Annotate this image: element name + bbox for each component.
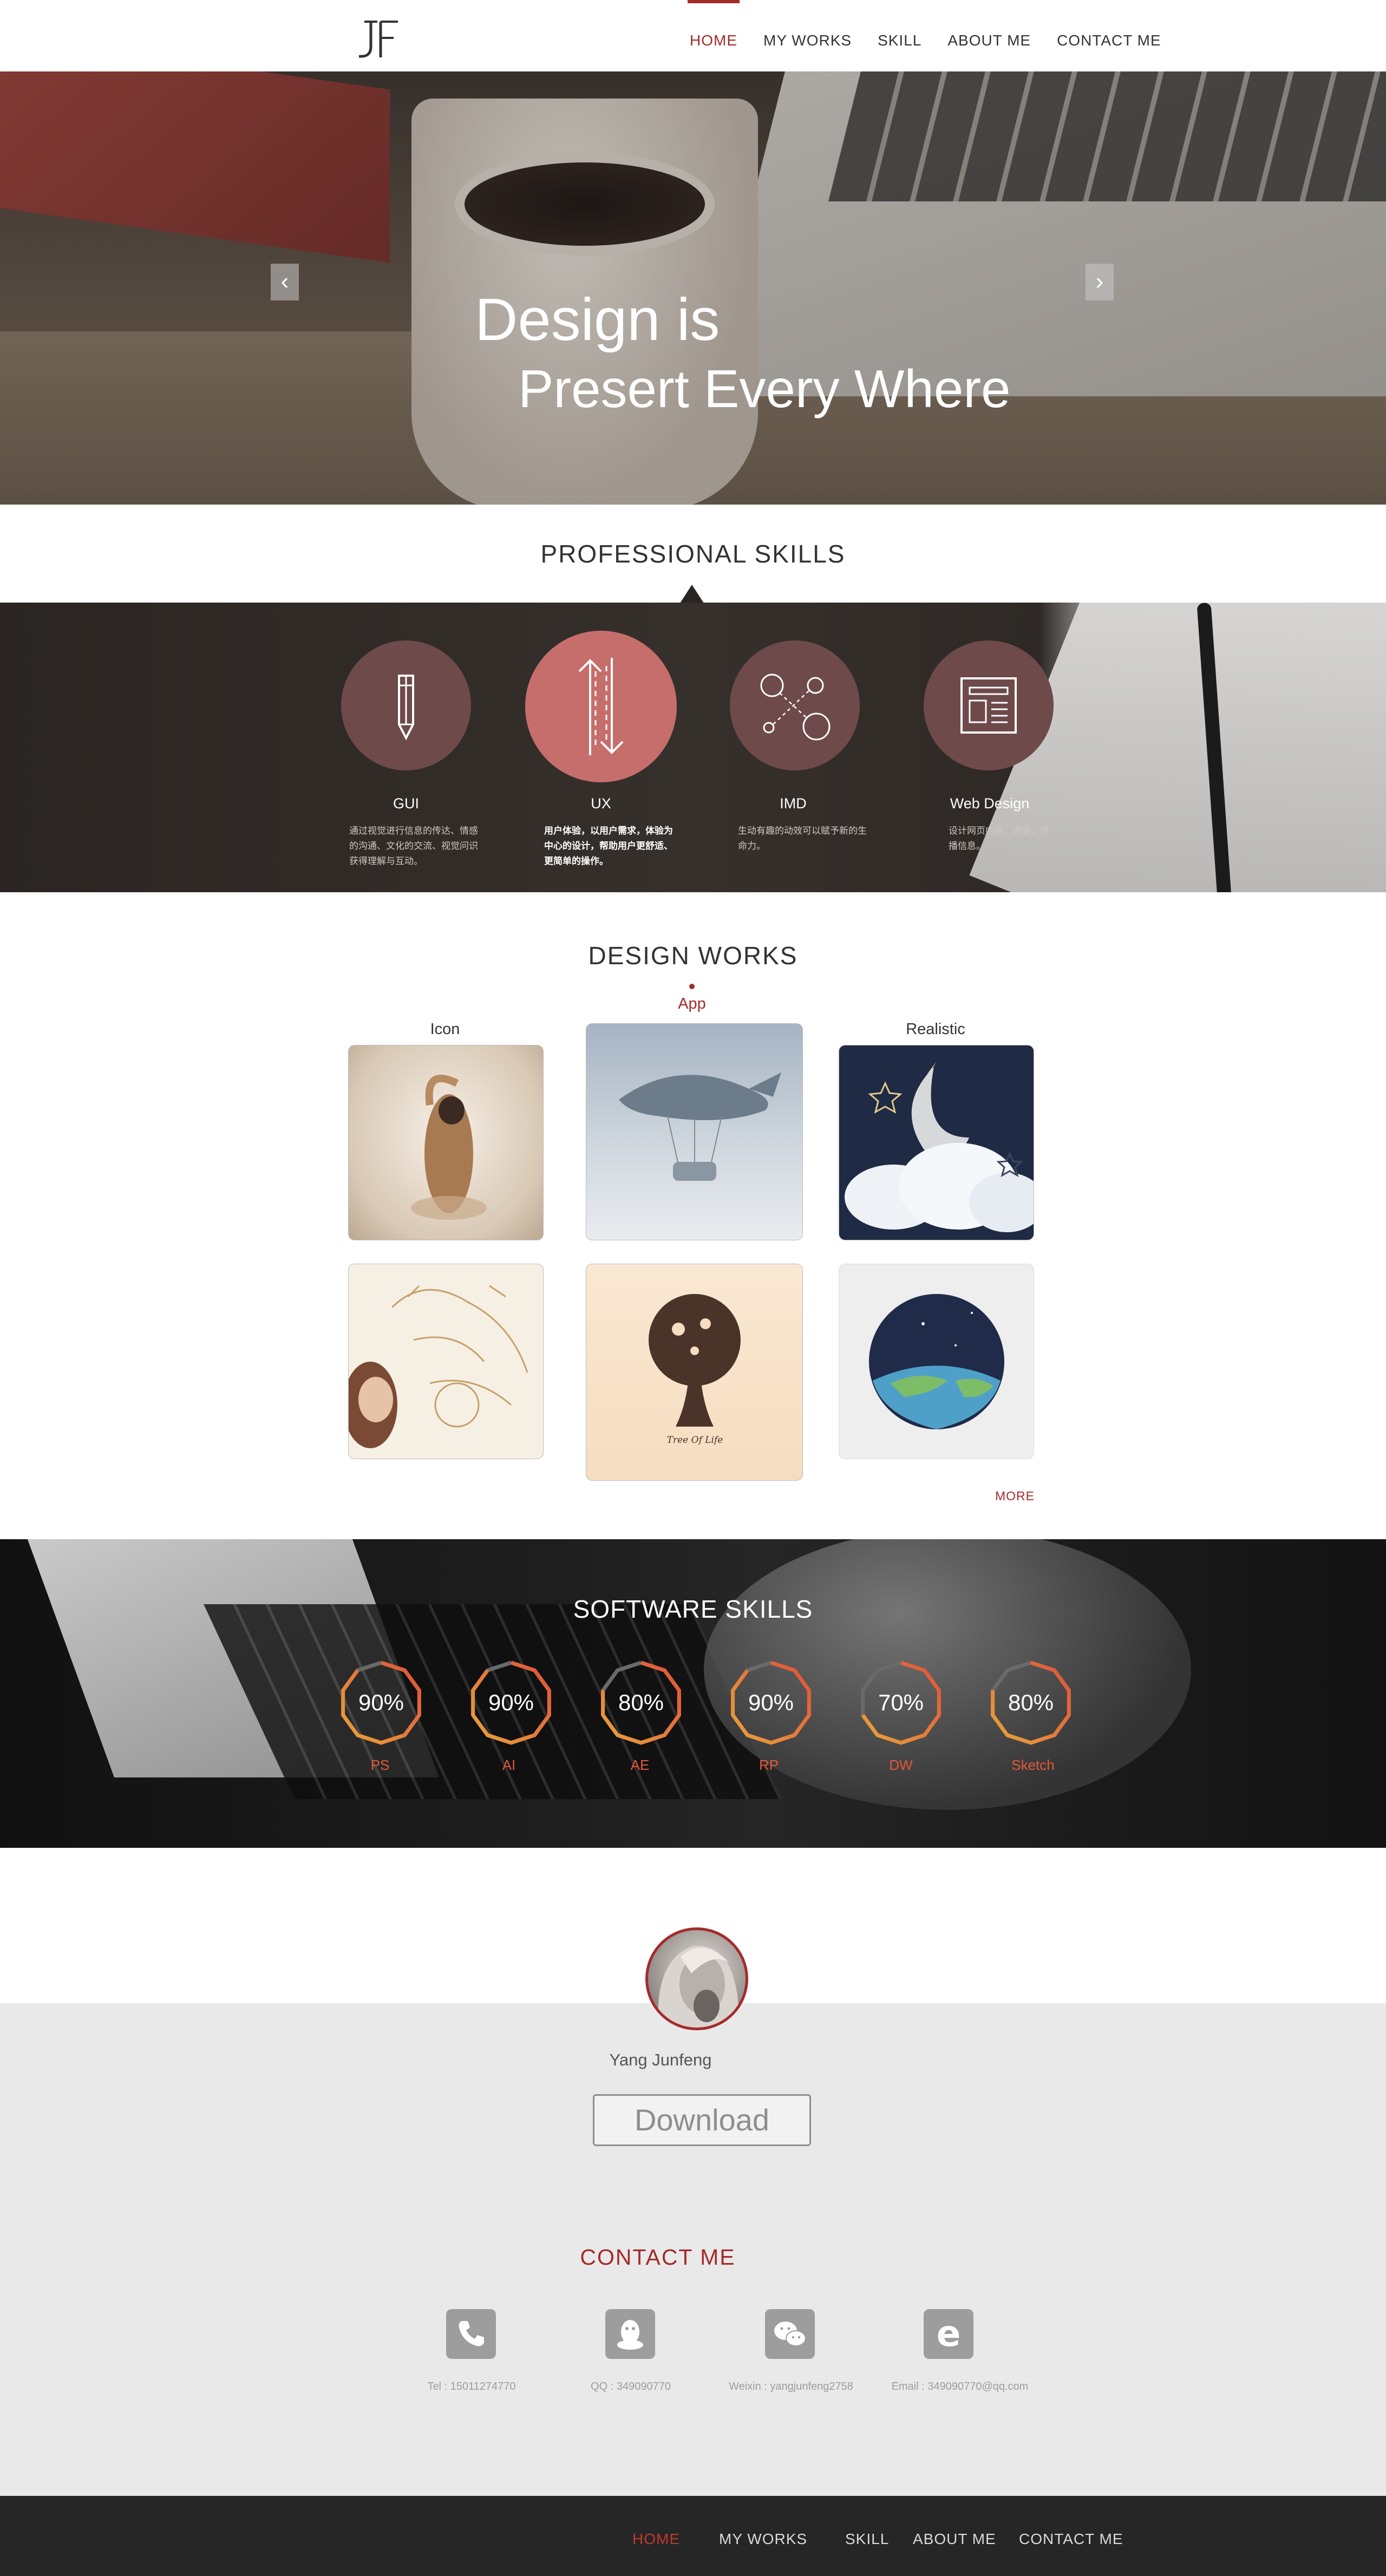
gauge-ps-value: 90%	[358, 1690, 404, 1715]
avatar	[645, 1927, 748, 2030]
gauge-sketch: 80%	[985, 1657, 1077, 1749]
work-moon-clouds[interactable]	[839, 1045, 1034, 1240]
tree-artwork	[649, 1294, 741, 1427]
dancer-artwork	[411, 1075, 487, 1220]
skill-imd-desc: 生动有趣的动效可以赋予新的生命力。	[738, 826, 867, 852]
skill-ux-circle	[525, 631, 677, 782]
gauge-ae-value: 80%	[618, 1690, 664, 1715]
nav-my-works[interactable]: MY WORKS	[750, 0, 865, 71]
moon-artwork	[845, 1062, 1034, 1232]
hero-banner: ‹ › Design is Presert Every Where	[0, 71, 1386, 505]
webpage-layout-icon	[960, 677, 1017, 734]
contact-phone-button[interactable]	[446, 2309, 496, 2359]
gauge-rp: 90%	[725, 1657, 817, 1749]
pencil-icon	[398, 675, 414, 741]
whale-artwork	[619, 1073, 781, 1181]
skill-imd[interactable]: IMD 生动有趣的动效可以赋予新的生命力。	[696, 603, 891, 892]
skill-imd-name: IMD	[780, 795, 807, 812]
skill-web-design-circle	[924, 640, 1054, 770]
profile-name: Yang Junfeng	[609, 2050, 712, 2069]
gauge-sketch-label: Sketch	[1011, 1757, 1055, 1773]
gauge-rp-label: RP	[759, 1757, 779, 1773]
gauge-ps: 90%	[335, 1657, 427, 1749]
work-flying-whale[interactable]	[586, 1023, 803, 1240]
work-sketch-girl[interactable]	[348, 1264, 544, 1459]
skill-web-design-name: Web Design	[950, 795, 1030, 812]
design-works-title: DESIGN WORKS	[588, 942, 798, 970]
interaction-nodes-icon	[760, 674, 831, 741]
gauge-ae-label: AE	[630, 1757, 650, 1773]
top-navbar: HOME MY WORKS SKILL ABOUT ME CONTACT ME	[0, 0, 1386, 71]
hero-title-line2: Presert Every Where	[518, 359, 1011, 419]
footer-skill[interactable]: SKILL	[845, 2531, 889, 2548]
carousel-next-button[interactable]: ›	[1086, 264, 1114, 300]
contact-weixin-text: Weixin : yangjunfeng2758	[729, 2381, 853, 2392]
contact-email-text: Email : 349090770@qq.com	[891, 2381, 1029, 2392]
contact-wechat-button[interactable]	[765, 2309, 815, 2359]
skill-gui-circle	[341, 640, 471, 770]
professional-skills-title: PROFESSIONAL SKILLS	[540, 540, 846, 568]
carousel-prev-button[interactable]: ‹	[271, 264, 299, 300]
footer-about-me[interactable]: ABOUT ME	[913, 2531, 996, 2548]
nav-about-me[interactable]: ABOUT ME	[934, 0, 1044, 71]
email-e-icon: e	[936, 2313, 961, 2355]
contact-qq-button[interactable]	[605, 2309, 655, 2359]
gauge-ai: 90%	[465, 1657, 557, 1749]
footer-navbar: HOME MY WORKS SKILL ABOUT ME CONTACT ME	[0, 2496, 1386, 2576]
nav-menu: HOME MY WORKS SKILL ABOUT ME CONTACT ME	[677, 0, 1174, 71]
professional-skills-band: GUI 通过视觉进行信息的传达、情感的沟通、文化的交流、视觉问识获得理解与互动。…	[0, 603, 1386, 892]
footer-my-works[interactable]: MY WORKS	[719, 2531, 807, 2548]
skill-web-design-desc: 设计网页内容，内容，传播信息。	[949, 826, 1050, 852]
contact-title: CONTACT ME	[580, 2245, 736, 2270]
nav-contact-me[interactable]: CONTACT ME	[1044, 0, 1174, 71]
skill-gui-desc: 通过视觉进行信息的传达、情感的沟通、文化的交流、视觉问识获得理解与互动。	[349, 826, 478, 867]
skill-ux[interactable]: UX 用户体验，以用户需求，体验为中心的设计，帮助用户更舒适、更简单的操作。	[504, 603, 698, 892]
gauge-sketch-value: 80%	[1008, 1690, 1054, 1715]
skill-imd-circle	[730, 640, 860, 770]
work-planet-earth[interactable]	[839, 1264, 1034, 1459]
up-down-arrows-icon	[578, 658, 624, 755]
section-pointer	[680, 585, 704, 603]
gauge-ps-label: PS	[370, 1757, 390, 1773]
nav-home[interactable]: HOME	[677, 0, 750, 71]
download-button[interactable]: Download	[593, 2094, 811, 2146]
category-icon[interactable]: Icon	[380, 1021, 510, 1038]
category-app[interactable]: App	[627, 995, 757, 1013]
gauge-dw: 70%	[855, 1657, 947, 1749]
wechat-icon	[774, 2322, 806, 2346]
jf-logo[interactable]	[349, 18, 403, 62]
phone-icon	[459, 2321, 484, 2346]
software-skills-title: SOFTWARE SKILLS	[573, 1595, 813, 1623]
skill-ux-name: UX	[591, 795, 611, 812]
avatar-portrait	[658, 1946, 740, 2028]
hero-title-line1: Design is	[475, 286, 720, 353]
gauge-ai-value: 90%	[488, 1690, 534, 1715]
tree-caption: Tree Of Life	[666, 1435, 723, 1446]
gauge-ae: 80%	[595, 1657, 687, 1749]
skill-gui-name: GUI	[393, 795, 419, 812]
skill-web-design[interactable]: Web Design 设计网页内容，内容，传播信息。	[892, 603, 1087, 892]
gauge-dw-value: 70%	[878, 1690, 924, 1715]
gauge-dw-label: DW	[889, 1757, 913, 1773]
skill-ux-desc: 用户体验，以用户需求，体验为中心的设计，帮助用户更舒适、更简单的操作。	[544, 826, 673, 867]
footer-contact-me[interactable]: CONTACT ME	[1019, 2531, 1123, 2548]
chevron-left-icon: ‹	[280, 268, 289, 295]
contact-email-button[interactable]: e	[924, 2309, 973, 2359]
nav-skill[interactable]: SKILL	[865, 0, 934, 71]
qq-penguin-icon	[617, 2320, 643, 2350]
footer-home[interactable]: HOME	[632, 2531, 680, 2548]
software-skills-band	[0, 1539, 1386, 1848]
planet-artwork	[869, 1294, 1004, 1429]
category-realistic[interactable]: Realistic	[871, 1021, 1001, 1038]
work-dancer-illustration[interactable]	[348, 1045, 544, 1240]
skill-gui[interactable]: GUI 通过视觉进行信息的传达、情感的沟通、文化的交流、视觉问识获得理解与互动。	[309, 603, 504, 892]
chevron-right-icon: ›	[1095, 268, 1104, 295]
sketch-artwork	[349, 1285, 528, 1448]
gauge-ai-label: AI	[502, 1757, 516, 1773]
gauge-rp-value: 90%	[748, 1690, 794, 1715]
more-link[interactable]: MORE	[995, 1489, 1035, 1503]
active-category-dot	[689, 984, 695, 989]
work-tree-of-life[interactable]: Tree Of Life	[586, 1264, 803, 1481]
